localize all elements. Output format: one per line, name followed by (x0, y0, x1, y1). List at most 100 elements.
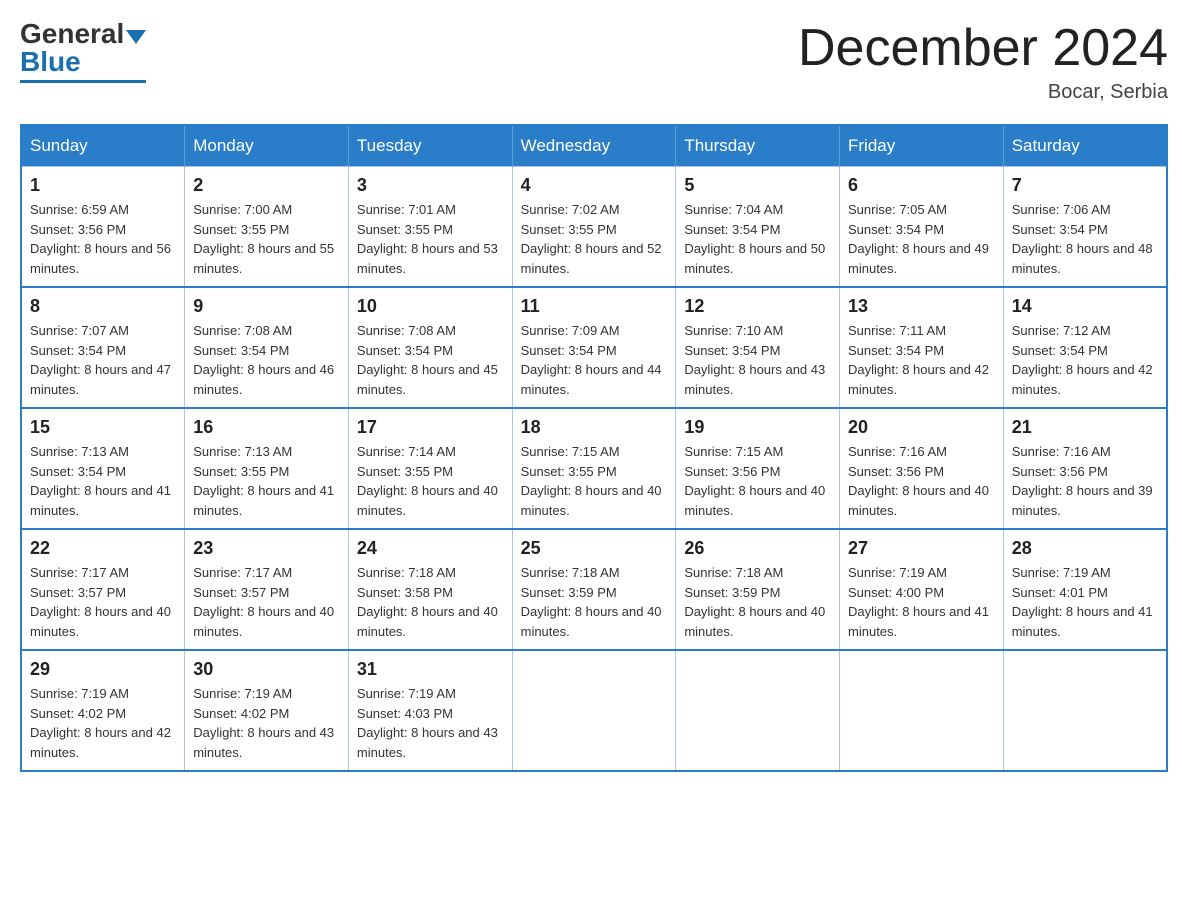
page-header: General Blue December 2024 Bocar, Serbia (20, 20, 1168, 104)
day-info: Sunrise: 7:18 AMSunset: 3:58 PMDaylight:… (357, 563, 504, 641)
calendar-cell: 14Sunrise: 7:12 AMSunset: 3:54 PMDayligh… (1003, 287, 1167, 408)
day-number: 23 (193, 538, 340, 559)
calendar-cell: 30Sunrise: 7:19 AMSunset: 4:02 PMDayligh… (185, 650, 349, 771)
day-number: 17 (357, 417, 504, 438)
day-number: 19 (684, 417, 831, 438)
calendar-cell: 11 Sunrise: 7:09 AMSunset: 3:54 PMDayligh… (512, 287, 676, 408)
day-number: 22 (30, 538, 176, 559)
day-info: Sunrise: 7:00 AMSunset: 3:55 PMDaylight:… (193, 200, 340, 278)
day-info: Sunrise: 7:04 AMSunset: 3:54 PMDaylight:… (684, 200, 831, 278)
calendar-cell: 24Sunrise: 7:18 AMSunset: 3:58 PMDayligh… (348, 529, 512, 650)
logo-general-text: General (20, 20, 124, 48)
calendar-cell: 4Sunrise: 7:02 AMSunset: 3:55 PMDaylight… (512, 167, 676, 288)
day-info: Sunrise: 7:09 AMSunset: 3:54 PMDaylight:… (521, 321, 668, 399)
logo-line (20, 80, 146, 83)
calendar-cell: 27 Sunrise: 7:19 AMSunset: 4:00 PMDayligh… (840, 529, 1004, 650)
day-number: 6 (848, 175, 995, 196)
location-text: Bocar, Serbia (798, 81, 1168, 104)
calendar-cell: 26 Sunrise: 7:18 AMSunset: 3:59 PMDayligh… (676, 529, 840, 650)
day-number: 16 (193, 417, 340, 438)
day-info: Sunrise: 7:11 AMSunset: 3:54 PMDaylight:… (848, 321, 995, 399)
day-number: 1 (30, 175, 176, 196)
day-number: 14 (1012, 296, 1158, 317)
logo: General Blue (20, 20, 146, 83)
calendar-week-row: 8Sunrise: 7:07 AMSunset: 3:54 PMDaylight… (21, 287, 1167, 408)
calendar-cell: 31 Sunrise: 7:19 AMSunset: 4:03 PMDayligh… (348, 650, 512, 771)
day-info: Sunrise: 7:19 AMSunset: 4:03 PMDaylight:… (357, 684, 504, 762)
day-number: 7 (1012, 175, 1158, 196)
day-info: Sunrise: 7:13 AMSunset: 3:55 PMDaylight:… (193, 442, 340, 520)
day-number: 29 (30, 659, 176, 680)
weekday-header-wednesday: Wednesday (512, 125, 676, 167)
day-info: Sunrise: 7:19 AMSunset: 4:02 PMDaylight:… (30, 684, 176, 762)
day-number: 26 (684, 538, 831, 559)
weekday-header-monday: Monday (185, 125, 349, 167)
calendar-cell: 20 Sunrise: 7:16 AMSunset: 3:56 PMDayligh… (840, 408, 1004, 529)
weekday-header-thursday: Thursday (676, 125, 840, 167)
calendar-week-row: 15 Sunrise: 7:13 AMSunset: 3:54 PMDayligh… (21, 408, 1167, 529)
day-info: Sunrise: 7:19 AMSunset: 4:01 PMDaylight:… (1012, 563, 1158, 641)
day-info: Sunrise: 6:59 AMSunset: 3:56 PMDaylight:… (30, 200, 176, 278)
day-number: 13 (848, 296, 995, 317)
day-info: Sunrise: 7:15 AMSunset: 3:55 PMDaylight:… (521, 442, 668, 520)
calendar-week-row: 29 Sunrise: 7:19 AMSunset: 4:02 PMDayligh… (21, 650, 1167, 771)
day-number: 11 (521, 296, 668, 317)
calendar-cell: 10 Sunrise: 7:08 AMSunset: 3:54 PMDayligh… (348, 287, 512, 408)
day-number: 27 (848, 538, 995, 559)
calendar-cell (1003, 650, 1167, 771)
calendar-cell: 13 Sunrise: 7:11 AMSunset: 3:54 PMDayligh… (840, 287, 1004, 408)
calendar-cell: 9 Sunrise: 7:08 AMSunset: 3:54 PMDaylight… (185, 287, 349, 408)
day-info: Sunrise: 7:17 AMSunset: 3:57 PMDaylight:… (30, 563, 176, 641)
day-number: 20 (848, 417, 995, 438)
day-number: 28 (1012, 538, 1158, 559)
calendar-cell: 1 Sunrise: 6:59 AMSunset: 3:56 PMDaylight… (21, 167, 185, 288)
day-number: 15 (30, 417, 176, 438)
calendar-cell (512, 650, 676, 771)
calendar-cell: 21Sunrise: 7:16 AMSunset: 3:56 PMDayligh… (1003, 408, 1167, 529)
day-info: Sunrise: 7:18 AMSunset: 3:59 PMDaylight:… (684, 563, 831, 641)
day-number: 9 (193, 296, 340, 317)
calendar-cell: 8Sunrise: 7:07 AMSunset: 3:54 PMDaylight… (21, 287, 185, 408)
day-number: 18 (521, 417, 668, 438)
day-number: 8 (30, 296, 176, 317)
day-info: Sunrise: 7:06 AMSunset: 3:54 PMDaylight:… (1012, 200, 1158, 278)
day-info: Sunrise: 7:13 AMSunset: 3:54 PMDaylight:… (30, 442, 176, 520)
day-info: Sunrise: 7:16 AMSunset: 3:56 PMDaylight:… (848, 442, 995, 520)
day-info: Sunrise: 7:08 AMSunset: 3:54 PMDaylight:… (357, 321, 504, 399)
weekday-header-row: SundayMondayTuesdayWednesdayThursdayFrid… (21, 125, 1167, 167)
day-number: 10 (357, 296, 504, 317)
month-title: December 2024 (798, 20, 1168, 77)
day-info: Sunrise: 7:17 AMSunset: 3:57 PMDaylight:… (193, 563, 340, 641)
calendar-cell: 28 Sunrise: 7:19 AMSunset: 4:01 PMDayligh… (1003, 529, 1167, 650)
day-info: Sunrise: 7:05 AMSunset: 3:54 PMDaylight:… (848, 200, 995, 278)
day-number: 5 (684, 175, 831, 196)
day-number: 31 (357, 659, 504, 680)
day-info: Sunrise: 7:19 AMSunset: 4:02 PMDaylight:… (193, 684, 340, 762)
calendar-cell: 29 Sunrise: 7:19 AMSunset: 4:02 PMDayligh… (21, 650, 185, 771)
calendar-week-row: 1 Sunrise: 6:59 AMSunset: 3:56 PMDaylight… (21, 167, 1167, 288)
day-info: Sunrise: 7:02 AMSunset: 3:55 PMDaylight:… (521, 200, 668, 278)
calendar-cell: 6 Sunrise: 7:05 AMSunset: 3:54 PMDaylight… (840, 167, 1004, 288)
title-section: December 2024 Bocar, Serbia (798, 20, 1168, 104)
calendar-table: SundayMondayTuesdayWednesdayThursdayFrid… (20, 124, 1168, 772)
weekday-header-saturday: Saturday (1003, 125, 1167, 167)
calendar-cell: 18 Sunrise: 7:15 AMSunset: 3:55 PMDayligh… (512, 408, 676, 529)
calendar-cell: 25 Sunrise: 7:18 AMSunset: 3:59 PMDayligh… (512, 529, 676, 650)
day-info: Sunrise: 7:18 AMSunset: 3:59 PMDaylight:… (521, 563, 668, 641)
calendar-cell: 7 Sunrise: 7:06 AMSunset: 3:54 PMDaylight… (1003, 167, 1167, 288)
calendar-cell: 3Sunrise: 7:01 AMSunset: 3:55 PMDaylight… (348, 167, 512, 288)
day-info: Sunrise: 7:19 AMSunset: 4:00 PMDaylight:… (848, 563, 995, 641)
weekday-header-tuesday: Tuesday (348, 125, 512, 167)
calendar-cell: 23 Sunrise: 7:17 AMSunset: 3:57 PMDayligh… (185, 529, 349, 650)
calendar-cell (676, 650, 840, 771)
day-info: Sunrise: 7:08 AMSunset: 3:54 PMDaylight:… (193, 321, 340, 399)
calendar-cell: 2Sunrise: 7:00 AMSunset: 3:55 PMDaylight… (185, 167, 349, 288)
calendar-cell: 12Sunrise: 7:10 AMSunset: 3:54 PMDayligh… (676, 287, 840, 408)
calendar-cell (840, 650, 1004, 771)
day-number: 25 (521, 538, 668, 559)
weekday-header-sunday: Sunday (21, 125, 185, 167)
logo-blue-text: Blue (20, 48, 81, 76)
day-number: 3 (357, 175, 504, 196)
day-info: Sunrise: 7:16 AMSunset: 3:56 PMDaylight:… (1012, 442, 1158, 520)
day-number: 12 (684, 296, 831, 317)
